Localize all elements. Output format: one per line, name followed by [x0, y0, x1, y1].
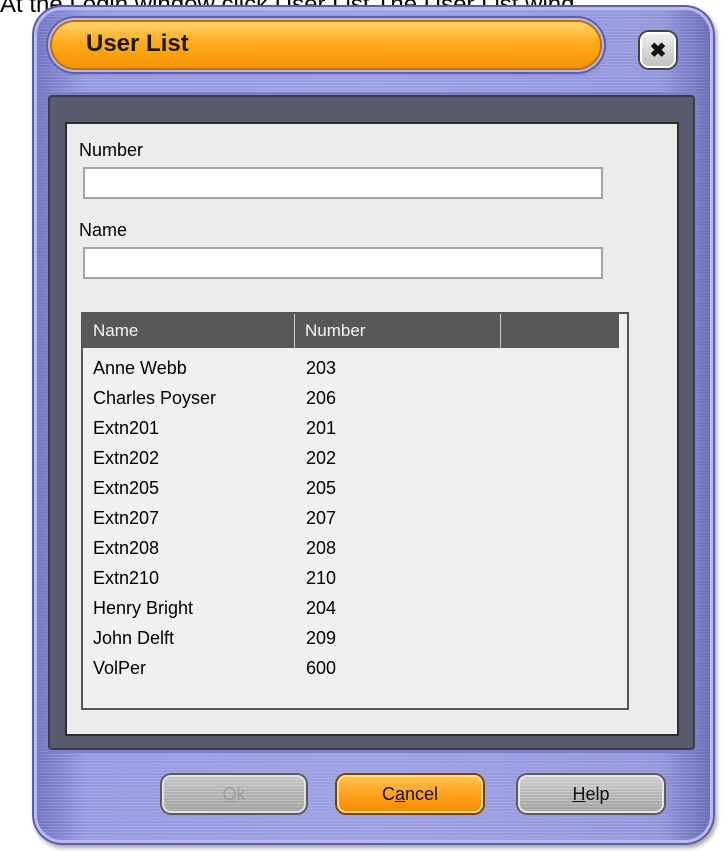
- list-item-number: 204: [306, 598, 337, 618]
- content-panel: Number Name Name Number Anne Webb 203 Char…: [48, 95, 695, 750]
- list-item[interactable]: Anne Webb 203: [83, 356, 623, 386]
- close-button[interactable]: ✖: [640, 32, 676, 68]
- list-item-name: Extn208: [93, 538, 160, 558]
- ok-button[interactable]: Ok: [162, 775, 306, 813]
- list-item-name: Extn210: [93, 568, 160, 588]
- user-list-window: User List ✖ Number Name Name Number Anne…: [32, 5, 715, 845]
- list-header: Name Number: [83, 314, 619, 348]
- list-item-number: 202: [306, 448, 337, 468]
- list-item[interactable]: Extn208 208: [83, 536, 623, 566]
- list-item[interactable]: John Delft 209: [83, 626, 623, 656]
- list-item-number: 201: [306, 418, 337, 438]
- list-item-name: Henry Bright: [93, 598, 194, 618]
- list-item[interactable]: Charles Poyser 206: [83, 386, 623, 416]
- help-mnemonic: H: [572, 783, 586, 804]
- window-title: User List: [86, 30, 189, 57]
- list-item-name: Extn207: [93, 508, 160, 528]
- list-rows: Anne Webb 203 Charles Poyser 206 Extn201 201 E…: [83, 356, 623, 686]
- list-item[interactable]: Extn201 201: [83, 416, 623, 446]
- list-item-name: Extn205: [93, 478, 160, 498]
- list-item-number: 208: [306, 538, 337, 558]
- list-item-name: Extn202: [93, 448, 160, 468]
- list-item[interactable]: VolPer 600: [83, 656, 623, 686]
- cancel-label-pre: C: [381, 783, 395, 804]
- list-item[interactable]: Extn202 202: [83, 446, 623, 476]
- list-item-number: 210: [306, 568, 337, 588]
- number-field[interactable]: [83, 167, 603, 199]
- list-item-number: 205: [306, 478, 337, 498]
- name-field[interactable]: [83, 247, 603, 279]
- ok-label-rest: k: [236, 783, 246, 804]
- list-item-name: Extn201: [93, 418, 160, 438]
- list-item-number: 206: [306, 388, 337, 408]
- list-item-name: Anne Webb: [93, 358, 187, 378]
- form-area: Number Name Name Number Anne Webb 203 Char…: [65, 122, 679, 736]
- column-header-name[interactable]: Name: [83, 314, 295, 348]
- list-item-name: John Delft: [93, 628, 175, 648]
- user-list[interactable]: Name Number Anne Webb 203 Charles Poyser 20…: [81, 312, 629, 710]
- cancel-button[interactable]: Ca ncel: [337, 775, 483, 813]
- title-bar: User List: [52, 22, 600, 68]
- list-item[interactable]: Extn207 207: [83, 506, 623, 536]
- cancel-label-rest: ncel: [404, 783, 439, 804]
- column-header-number[interactable]: Number: [295, 314, 501, 348]
- list-item-number: 203: [306, 358, 337, 378]
- list-item[interactable]: Extn210 210: [83, 566, 623, 596]
- list-item[interactable]: Extn205 205: [83, 476, 623, 506]
- list-item-name: VolPer: [93, 658, 147, 678]
- list-item-number: 207: [306, 508, 337, 528]
- help-label-rest: elp: [585, 783, 610, 804]
- cancel-mnemonic: a: [394, 783, 405, 804]
- list-item[interactable]: Henry Bright 204: [83, 596, 623, 626]
- list-item-name: Charles Poyser: [93, 388, 217, 408]
- column-header-extra[interactable]: [501, 314, 619, 348]
- name-label: Name: [79, 220, 128, 240]
- help-button[interactable]: Help: [518, 775, 664, 813]
- number-label: Number: [79, 140, 144, 160]
- list-item-number: 209: [306, 628, 337, 648]
- close-icon: ✖: [649, 39, 667, 62]
- ok-mnemonic: O: [222, 783, 237, 804]
- list-item-number: 600: [306, 658, 337, 678]
